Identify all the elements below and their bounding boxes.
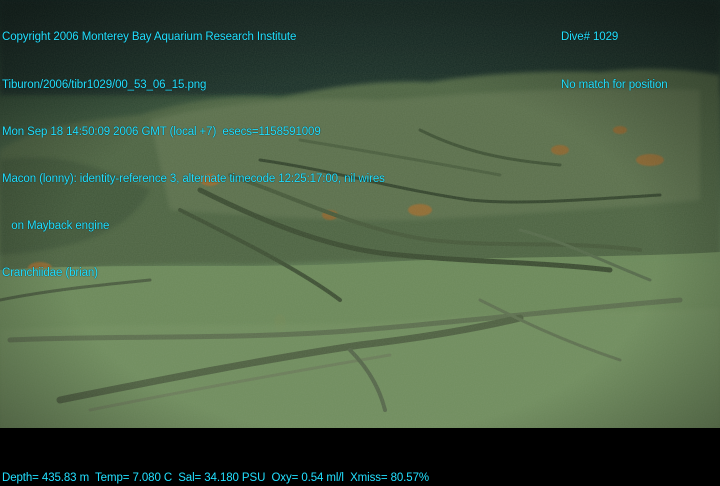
- header-overlay-left: Copyright 2006 Monterey Bay Aquarium Res…: [2, 0, 385, 313]
- header-overlay-right: Dive# 1029 No match for position: [561, 0, 668, 125]
- sensor-readout: Depth= 435.83 m Temp= 7.080 C Sal= 34.18…: [2, 472, 429, 484]
- copyright-line: Copyright 2006 Monterey Bay Aquarium Res…: [2, 31, 297, 44]
- species-line: Cranchiidae (brian): [2, 266, 98, 279]
- annotation-line: Macon (lonny): identity-reference 3, alt…: [2, 172, 385, 185]
- video-frame: Copyright 2006 Monterey Bay Aquarium Res…: [0, 0, 720, 486]
- annotation-continuation-line: on Mayback engine: [2, 219, 110, 232]
- position-status: No match for position: [561, 78, 668, 91]
- dive-number: Dive# 1029: [561, 31, 619, 44]
- timestamp-line: Mon Sep 18 14:50:09 2006 GMT (local +7) …: [2, 125, 321, 138]
- file-path-line: Tiburon/2006/tibr1029/00_53_06_15.png: [2, 78, 207, 91]
